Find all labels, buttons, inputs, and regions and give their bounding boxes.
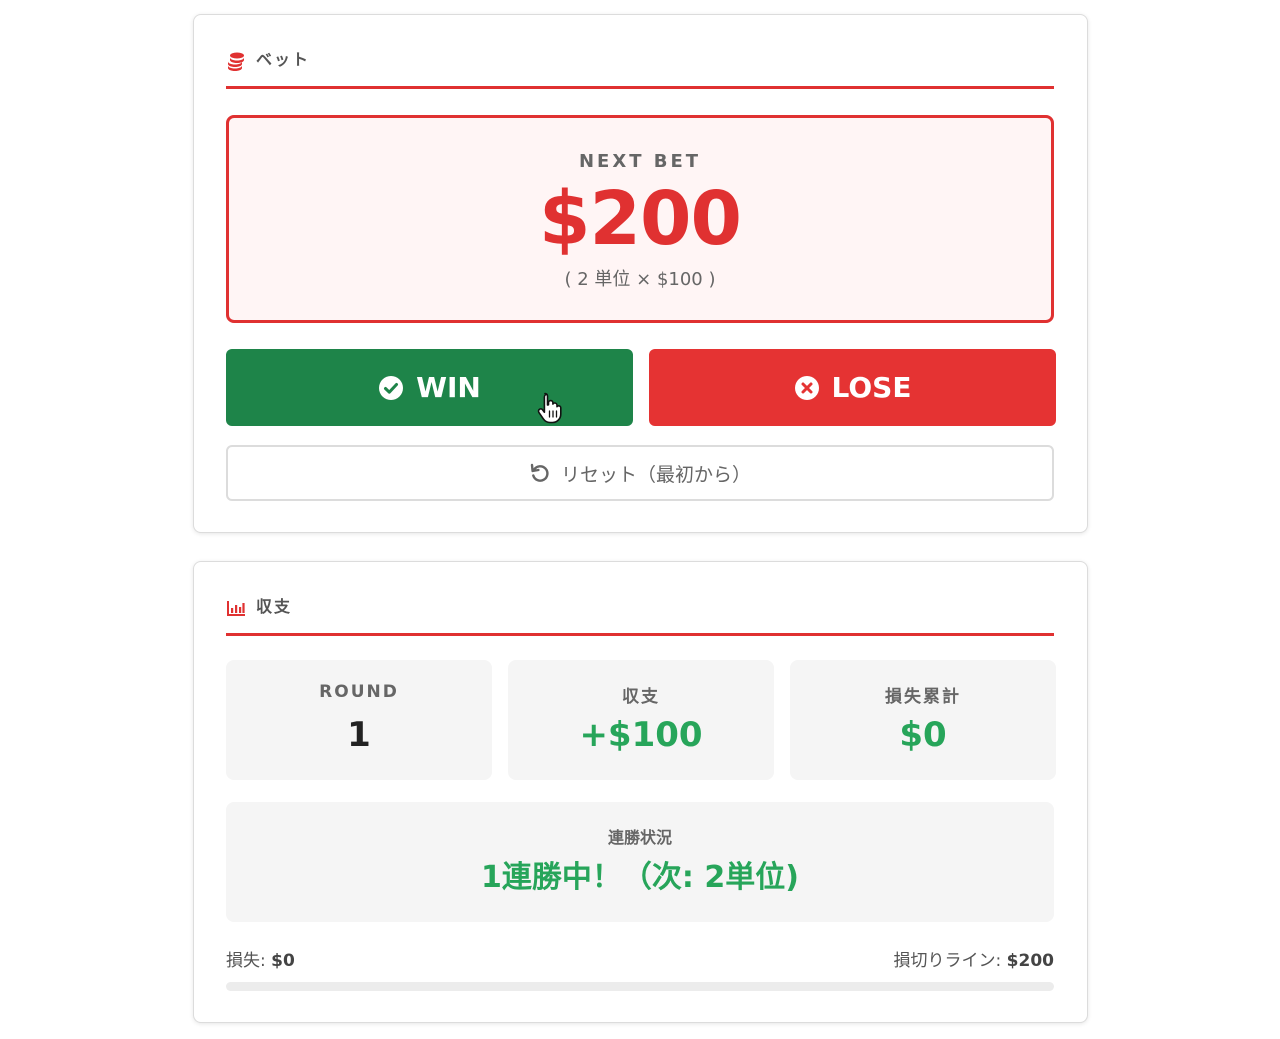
next-bet-detail: ( 2 単位 × $100 ) [564, 269, 716, 290]
profit-label: 収支 [622, 687, 660, 707]
stop-loss-value: $200 [1006, 950, 1054, 971]
streak-value: 1連勝中！（次: 2単位) [481, 860, 799, 895]
streak-label: 連勝状況 [607, 828, 672, 847]
next-bet-label: NEXT BET [578, 151, 702, 172]
stats-card-title: 収支 [256, 597, 293, 616]
stop-loss-line: 損切りライン: $200 [894, 946, 1054, 971]
stats-card-header: 収支 [226, 594, 1054, 636]
bet-card-header: ベット [226, 47, 1054, 89]
rotate-left-icon [530, 463, 549, 482]
round-value: 1 [347, 715, 371, 755]
hand-pointer-icon [537, 392, 562, 424]
next-bet-panel: NEXT BET $200 ( 2 単位 × $100 ) [226, 115, 1054, 323]
current-loss-label: 損失: [226, 950, 266, 971]
round-label: ROUND [319, 682, 399, 702]
check-circle-icon [379, 375, 404, 400]
reset-button[interactable]: リセット（最初から） [226, 445, 1054, 501]
loss-progress-labels: 損失: $0 損切りライン: $200 [226, 946, 1054, 971]
stop-loss-label: 損切りライン: [893, 950, 1002, 971]
win-button-label: WIN [416, 371, 481, 404]
loss-total-value: $0 [899, 715, 947, 755]
win-button[interactable]: WIN [226, 349, 633, 426]
bar-chart-icon [227, 601, 245, 616]
current-loss-value: $0 [271, 950, 295, 971]
x-circle-icon [794, 375, 819, 400]
bet-card: ベット NEXT BET $200 ( 2 単位 × $100 ) WIN LO… [193, 14, 1088, 533]
loss-total-stat: 損失累計 $0 [790, 660, 1056, 780]
next-bet-amount: $200 [539, 176, 742, 262]
stats-card: 収支 ROUND 1 収支 +$100 損失累計 $0 連勝状況 1連勝中！（次… [193, 561, 1088, 1023]
reset-button-label: リセット（最初から） [560, 464, 751, 486]
current-loss: 損失: $0 [226, 946, 295, 971]
profit-stat: 収支 +$100 [508, 660, 774, 780]
loss-total-label: 損失累計 [885, 687, 961, 707]
profit-value: +$100 [579, 715, 703, 755]
coins-icon [228, 52, 244, 71]
loss-progress-bar [226, 982, 1054, 991]
round-stat: ROUND 1 [226, 660, 492, 780]
lose-button[interactable]: LOSE [649, 349, 1056, 426]
bet-card-title: ベット [256, 50, 311, 69]
streak-panel: 連勝状況 1連勝中！（次: 2単位) [226, 802, 1054, 922]
lose-button-label: LOSE [831, 371, 912, 404]
